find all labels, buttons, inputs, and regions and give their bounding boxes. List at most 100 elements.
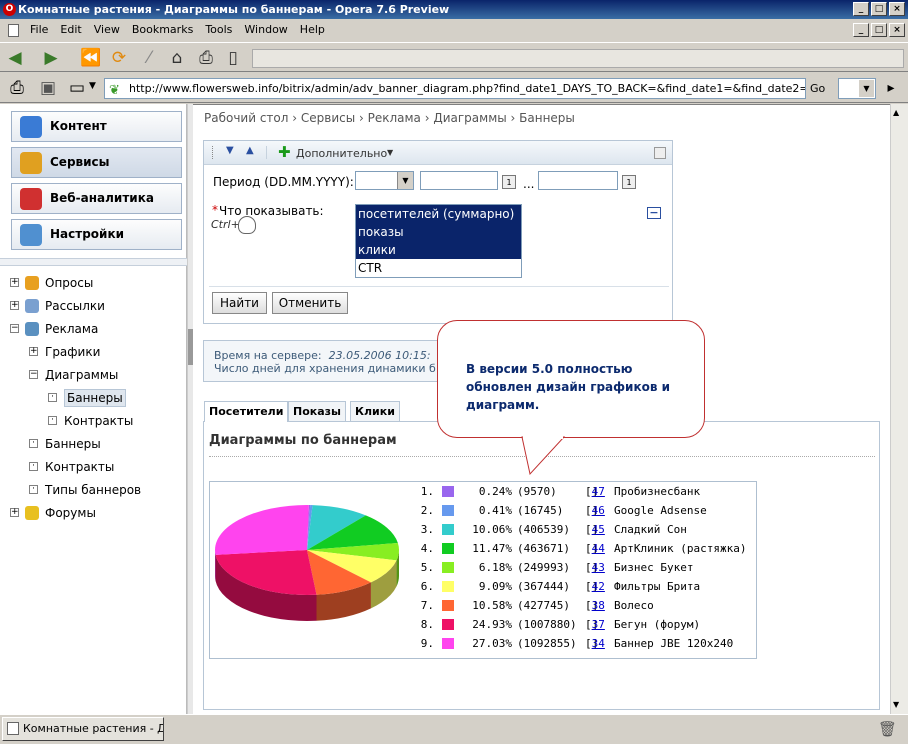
tree-toggle-icon[interactable]: · [48, 393, 57, 402]
legend-id-link[interactable]: [38] [585, 596, 605, 615]
more-button[interactable]: Дополнительно [296, 147, 387, 160]
date-from-input[interactable] [420, 171, 498, 190]
legend-id-link[interactable]: [34] [585, 634, 605, 653]
address-input[interactable]: ❦ http://www.flowersweb.info/bitrix/admi… [104, 78, 806, 99]
toolbar-field[interactable] [252, 49, 904, 68]
dropdown-arrow-icon[interactable]: ▼ [89, 81, 96, 91]
document-icon[interactable]: ▭ [66, 77, 88, 99]
scroll-up-icon[interactable]: ▲ [893, 108, 899, 117]
legend-id-link[interactable]: [44] [585, 539, 605, 558]
show-what-listbox[interactable]: посетителей (суммарно) показы клики CTR [355, 204, 522, 278]
find-button[interactable]: Найти [212, 292, 267, 314]
legend-id-link[interactable]: [42] [585, 577, 605, 596]
arrow-down-icon[interactable]: ▼ [226, 145, 234, 156]
tree-item[interactable]: Контракты [64, 413, 133, 429]
date-to-input[interactable] [538, 171, 618, 190]
legend-percent: 10.06% [472, 523, 512, 536]
doc-minimize-button[interactable]: _ [853, 23, 869, 37]
legend-index: 2. [420, 504, 434, 517]
printer-icon[interactable]: ⎙ [6, 77, 28, 99]
sidebar-button-3[interactable]: Настройки [11, 219, 182, 250]
doc-restore-button[interactable]: □ [871, 23, 887, 37]
tree-item[interactable]: Опросы [45, 275, 93, 291]
listbox-option[interactable]: клики [356, 241, 521, 259]
legend-id-link[interactable]: [43] [585, 558, 605, 577]
tree-toggle-icon[interactable]: · [48, 416, 57, 425]
listbox-option[interactable]: посетителей (суммарно) [356, 205, 521, 223]
tree-item[interactable]: Диаграммы [45, 367, 118, 383]
print-icon[interactable]: ⎙ [195, 47, 217, 69]
tree-toggle-icon[interactable]: + [29, 347, 38, 356]
arrow-up-icon[interactable]: ▲ [246, 145, 254, 156]
stop-icon[interactable]: ⁄ [138, 47, 160, 69]
page-tools-icon[interactable]: ▸ [880, 77, 902, 99]
close-button[interactable]: × [889, 2, 905, 16]
tree-toggle-icon[interactable]: − [29, 370, 38, 379]
go-button[interactable]: Go [810, 82, 825, 95]
plus-icon[interactable]: ✚ [278, 143, 291, 161]
tab-clicks[interactable]: Клики [350, 401, 400, 421]
sidebar-button-0[interactable]: Контент [11, 111, 182, 142]
back-icon[interactable]: ◀ [4, 47, 26, 69]
new-page-icon[interactable]: ▯ [222, 47, 244, 69]
checkbox-toggle[interactable] [654, 147, 666, 159]
collapse-icon[interactable]: − [647, 207, 661, 219]
doc-close-button[interactable]: × [889, 23, 905, 37]
calendar-from-icon[interactable]: 1 [502, 175, 516, 189]
tree-item[interactable]: Рассылки [45, 298, 105, 314]
legend-index: 9. [420, 637, 434, 650]
maximize-button[interactable]: □ [871, 2, 887, 16]
more-dropdown-icon[interactable]: ▼ [387, 148, 393, 157]
rewind-icon[interactable]: ⏪ [80, 47, 102, 69]
sidebar-button-1[interactable]: Сервисы [11, 147, 182, 178]
tree-item[interactable]: Контракты [45, 459, 114, 475]
tree-item[interactable]: Баннеры [45, 436, 101, 452]
cancel-button[interactable]: Отменить [272, 292, 348, 314]
forward-icon[interactable]: ▶ [40, 47, 62, 69]
vertical-scrollbar[interactable]: ▲ ▼ [890, 104, 908, 714]
legend-id-link[interactable]: [45] [585, 520, 605, 539]
minimize-button[interactable]: _ [853, 2, 869, 16]
scroll-down-icon[interactable]: ▼ [893, 700, 899, 709]
sidebar-button-2[interactable]: Веб-аналитика [11, 183, 182, 214]
taskbar-tab[interactable]: Комнатные растения - Д... [2, 717, 164, 741]
tree-toggle-icon[interactable]: · [29, 439, 38, 448]
breadcrumb[interactable]: Рабочий стол › Сервисы › Реклама › Диагр… [204, 111, 575, 125]
menu-window[interactable]: Window [244, 23, 287, 36]
image-icon[interactable]: ▣ [37, 77, 59, 99]
tab-visitors[interactable]: Посетители [204, 401, 289, 422]
reload-icon[interactable]: ⟳ [108, 47, 130, 69]
legend-id-link[interactable]: [47] [585, 482, 605, 501]
tree-toggle-icon[interactable]: · [29, 485, 38, 494]
tree-item[interactable]: Графики [45, 344, 100, 360]
grip-icon [212, 146, 214, 159]
menu-help[interactable]: Help [300, 23, 325, 36]
listbox-option[interactable]: показы [356, 223, 521, 241]
menu-tools[interactable]: Tools [205, 23, 232, 36]
tree-item[interactable]: Типы баннеров [45, 482, 141, 498]
sidebar-divider[interactable] [0, 258, 187, 266]
legend-id-link[interactable]: [46] [585, 501, 605, 520]
menu-file[interactable]: File [30, 23, 48, 36]
tab-shows[interactable]: Показы [288, 401, 346, 421]
tree-toggle-icon[interactable]: + [10, 278, 19, 287]
tree-item[interactable]: Реклама [45, 321, 98, 337]
menu-bookmarks[interactable]: Bookmarks [132, 23, 193, 36]
trash-icon[interactable]: 🗑 [878, 720, 897, 738]
menu-view[interactable]: View [94, 23, 120, 36]
period-select[interactable]: ▼ [355, 171, 414, 190]
panel-splitter[interactable] [187, 104, 193, 714]
tree-toggle-icon[interactable]: + [10, 508, 19, 517]
calendar-to-icon[interactable]: 1 [622, 175, 636, 189]
tree-item[interactable]: Баннеры [64, 389, 126, 407]
home-icon[interactable]: ⌂ [166, 47, 188, 69]
tree-toggle-icon[interactable]: − [10, 324, 19, 333]
tree-item[interactable]: Форумы [45, 505, 96, 521]
tree-toggle-icon[interactable]: · [29, 462, 38, 471]
legend-id-link[interactable]: [37] [585, 615, 605, 634]
search-select[interactable]: ▼ [838, 78, 876, 99]
splitter-handle[interactable] [188, 329, 193, 365]
listbox-option[interactable]: CTR [356, 259, 521, 277]
menu-edit[interactable]: Edit [60, 23, 81, 36]
tree-toggle-icon[interactable]: + [10, 301, 19, 310]
